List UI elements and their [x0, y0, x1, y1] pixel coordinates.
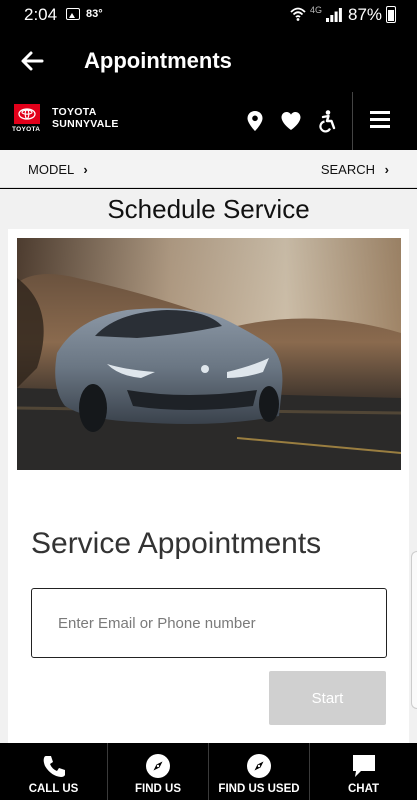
scroll-handle[interactable]	[411, 551, 417, 709]
search-label: SEARCH	[320, 162, 376, 177]
bottom-nav: CALL US FIND US FIND US USED CHAT	[0, 743, 417, 800]
battery-icon	[386, 6, 396, 23]
call-us-label: CALL US	[28, 783, 79, 795]
hamburger-menu-icon[interactable]	[370, 111, 392, 131]
dealer-name[interactable]: TOYOTA SUNNYVALE	[52, 106, 119, 130]
service-appointments-title: Service Appointments	[31, 527, 322, 560]
battery-percent: 87%	[348, 5, 383, 24]
chat-label: CHAT	[347, 783, 380, 795]
email-or-phone-input[interactable]	[31, 588, 387, 658]
phone-icon	[43, 756, 65, 777]
find-us-label: FIND US	[135, 783, 181, 795]
dealer-name-line2: SUNNYVALE	[52, 118, 119, 130]
model-link[interactable]: MODEL ›	[28, 162, 88, 177]
compass-icon	[146, 754, 170, 778]
status-time: 2:04	[24, 5, 58, 24]
divider	[352, 92, 353, 150]
main-content: Schedule Service Service Appointments En…	[0, 189, 417, 749]
find-us-button[interactable]: FIND US	[108, 743, 209, 800]
find-us-used-button[interactable]: FIND US USED	[209, 743, 310, 800]
dealer-header: TOYOTA TOYOTA SUNNYVALE	[0, 92, 417, 150]
service-appointments-card: Service Appointments Start	[8, 229, 409, 749]
toyota-emblem-icon	[14, 104, 40, 124]
logo-text: TOYOTA	[12, 126, 41, 133]
chat-button[interactable]: CHAT	[310, 743, 417, 800]
page-title: Appointments	[84, 48, 232, 73]
chevron-right-icon: ›	[384, 162, 389, 177]
toyota-logo[interactable]: TOYOTA	[12, 104, 42, 136]
start-button[interactable]: Start	[269, 671, 386, 725]
app-bar: Appointments	[0, 30, 417, 92]
model-label: MODEL	[28, 162, 74, 177]
search-link[interactable]: SEARCH ›	[321, 162, 389, 177]
back-arrow-icon[interactable]	[14, 44, 50, 78]
hero-car-image	[17, 238, 401, 470]
find-us-used-label: FIND US USED	[218, 783, 300, 795]
chat-bubble-icon	[352, 755, 375, 777]
compass-icon	[247, 754, 271, 778]
chevron-right-icon: ›	[83, 162, 88, 177]
schedule-service-heading: Schedule Service	[107, 194, 310, 224]
heart-icon[interactable]	[279, 109, 303, 133]
call-us-button[interactable]: CALL US	[0, 743, 108, 800]
gallery-notification-icon	[66, 8, 80, 20]
model-search-bar: MODEL › SEARCH ›	[0, 150, 417, 188]
dealer-name-line1: TOYOTA	[52, 106, 97, 118]
location-pin-icon[interactable]	[243, 109, 267, 133]
status-bar: 2:04 83° 4G 87%	[0, 0, 417, 30]
network-type: 4G	[310, 5, 323, 15]
accessibility-icon[interactable]	[315, 109, 339, 133]
status-temperature: 83°	[86, 8, 103, 20]
signal-icon	[326, 8, 342, 22]
wifi-icon	[290, 7, 306, 21]
